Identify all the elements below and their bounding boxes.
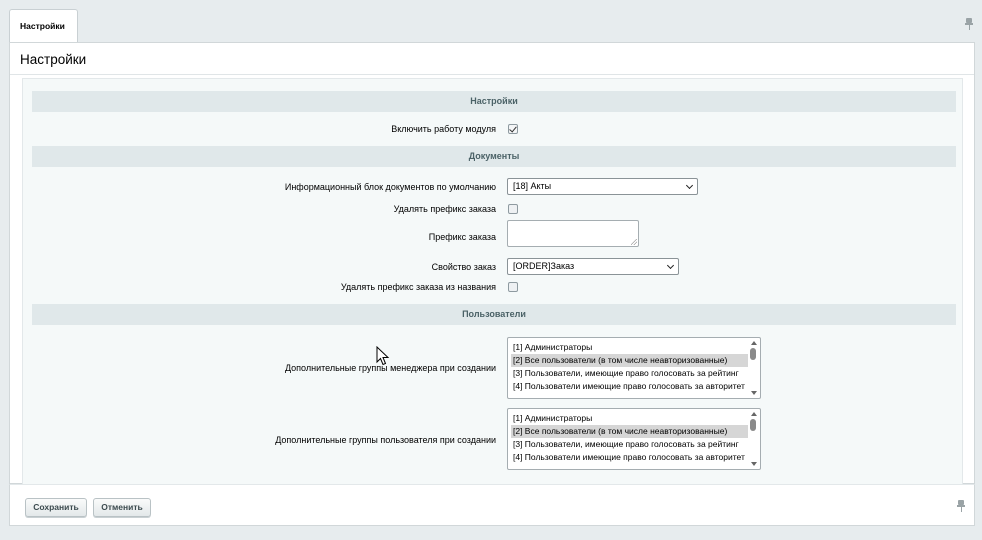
order-prefix-textarea[interactable]: [507, 220, 639, 247]
page-title: Настройки: [20, 52, 87, 67]
listbox-option-selected[interactable]: [2] Все пользователи (в том числе неавто…: [511, 425, 748, 438]
order-property-value: [ORDER]Заказ: [513, 261, 575, 271]
form-footer: Сохранить Отменить: [9, 484, 975, 526]
listbox-option[interactable]: [1] Администраторы: [511, 341, 748, 354]
manager-groups-listbox[interactable]: [1] Администраторы [2] Все пользователи …: [507, 337, 761, 399]
order-property-label: Свойство заказ: [431, 262, 496, 272]
section-settings-header: Настройки: [32, 91, 956, 112]
listbox-scrollbar[interactable]: [749, 411, 758, 467]
listbox-option[interactable]: [3] Пользователи, имеющие право голосова…: [511, 438, 748, 451]
order-property-select[interactable]: [ORDER]Заказ: [507, 258, 679, 275]
remove-prefix-checkbox[interactable]: [508, 204, 518, 214]
scroll-down-icon[interactable]: [751, 462, 757, 466]
chevron-down-icon: [666, 261, 675, 270]
chevron-down-icon: [685, 181, 694, 190]
listbox-scrollbar[interactable]: [749, 340, 758, 396]
section-users-header: Пользователи: [32, 304, 956, 325]
doc-iblock-select[interactable]: [18] Акты: [507, 178, 698, 195]
pin-icon[interactable]: [965, 18, 973, 30]
enable-module-label: Включить работу модуля: [391, 124, 496, 134]
settings-form: Настройки Включить работу модуля Докумен…: [22, 78, 963, 487]
remove-prefix-label: Удалять префикс заказа: [393, 204, 496, 214]
order-prefix-label: Префикс заказа: [428, 232, 496, 242]
section-documents-header: Документы: [32, 146, 956, 167]
scroll-up-icon[interactable]: [751, 341, 757, 345]
resize-grip-icon[interactable]: [631, 239, 637, 245]
remove-prefix-name-label: Удалять префикс заказа из названия: [340, 282, 496, 292]
listbox-option[interactable]: [3] Пользователи, имеющие право голосова…: [511, 367, 748, 380]
scroll-thumb[interactable]: [750, 419, 756, 431]
listbox-option[interactable]: [4] Пользователи имеющие право голосоват…: [511, 380, 748, 393]
settings-panel: Настройки Настройки Включить работу моду…: [9, 42, 975, 487]
user-groups-listbox[interactable]: [1] Администраторы [2] Все пользователи …: [507, 408, 761, 470]
check-icon: [509, 124, 517, 133]
pin-icon[interactable]: [957, 500, 965, 512]
title-divider: [10, 74, 974, 75]
cancel-button[interactable]: Отменить: [93, 498, 151, 517]
scroll-thumb[interactable]: [750, 348, 756, 360]
save-button[interactable]: Сохранить: [25, 498, 87, 517]
tab-bar: Настройки: [9, 0, 973, 42]
listbox-option[interactable]: [1] Администраторы: [511, 412, 748, 425]
tab-settings[interactable]: Настройки: [9, 9, 78, 42]
listbox-option-selected[interactable]: [2] Все пользователи (в том числе неавто…: [511, 354, 748, 367]
scroll-up-icon[interactable]: [751, 412, 757, 416]
listbox-option[interactable]: [4] Пользователи имеющие право голосоват…: [511, 451, 748, 464]
scroll-down-icon[interactable]: [751, 391, 757, 395]
manager-groups-label: Дополнительные группы менеджера при созд…: [284, 363, 496, 373]
mouse-cursor-icon: [376, 346, 390, 366]
doc-iblock-value: [18] Акты: [513, 181, 552, 191]
remove-prefix-name-checkbox[interactable]: [508, 282, 518, 292]
enable-module-checkbox[interactable]: [508, 124, 518, 134]
user-groups-label: Дополнительные группы пользователя при с…: [275, 435, 496, 445]
doc-iblock-label: Информационный блок документов по умолча…: [284, 182, 496, 192]
